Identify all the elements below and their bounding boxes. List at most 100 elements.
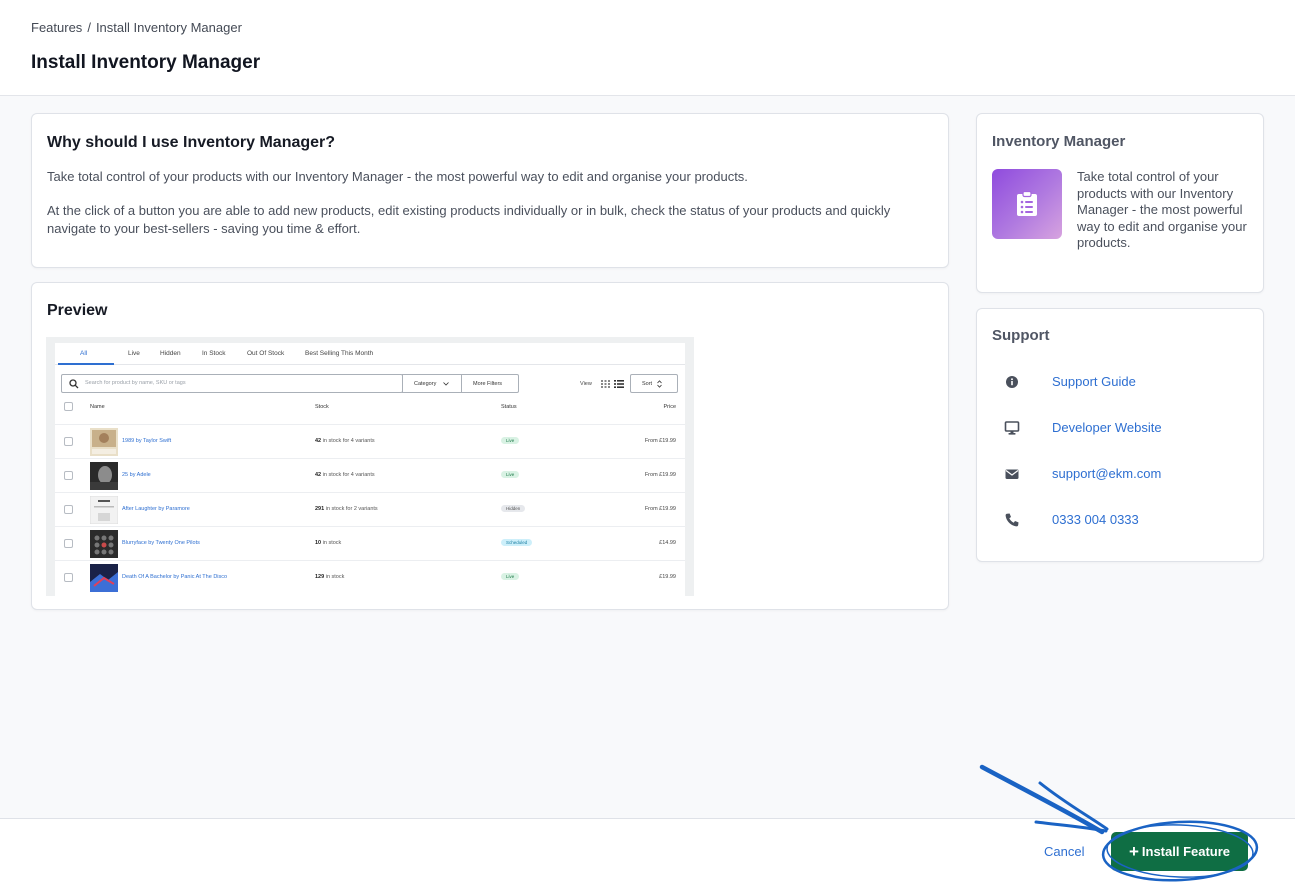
status-badge: Scheduled [501, 539, 533, 546]
install-feature-label: Install Feature [1141, 843, 1231, 859]
preview-product-stock: 42 in stock for 4 variants [315, 438, 375, 444]
preview-view-label: View [580, 381, 592, 387]
preview-product-stock: 291 in stock for 2 variants [315, 506, 378, 512]
preview-tab-best-selling: Best Selling This Month [305, 350, 374, 357]
preview-stock-count: 291 [315, 506, 325, 512]
sort-icon [657, 380, 662, 388]
breadcrumb-separator: / [87, 20, 91, 35]
preview-sort-label: Sort [642, 381, 653, 387]
breadcrumb-features[interactable]: Features [31, 20, 82, 35]
preview-stock-count: 10 [315, 540, 322, 546]
preview-col-name: Name [90, 404, 105, 410]
envelope-icon [1005, 469, 1019, 479]
preview-tab-live: Live [128, 350, 140, 357]
preview-stock-text: in stock for 4 variants [322, 472, 375, 478]
preview-category-label: Category [414, 381, 437, 387]
album-cover-image [90, 428, 118, 456]
status-badge: Live [501, 573, 520, 580]
preview-row: After Laughter by Paramore 291 in stock … [55, 492, 685, 526]
preview-search: Search for product by name, SKU or tags [61, 374, 403, 393]
preview-tab-all: All [80, 350, 88, 357]
info-circle-icon [1006, 376, 1018, 388]
preview-stock-count: 129 [315, 574, 325, 580]
preview-filters-label: More Filters [473, 381, 503, 387]
page-title: Install Inventory Manager [31, 52, 261, 73]
breadcrumb-current: Install Inventory Manager [95, 20, 242, 35]
album-cover-image [90, 564, 118, 592]
footer-bar: Cancel + Install Feature [0, 818, 1295, 883]
preview-tab-hidden: Hidden [160, 350, 181, 357]
preview-row: 25 by Adele 42 in stock for 4 variants L… [55, 458, 685, 492]
preview-row-checkbox [64, 539, 73, 548]
preview-stock-text: in stock [325, 574, 345, 580]
preview-product-name: 1989 by Taylor Swift [122, 438, 172, 444]
preview-stock-count: 42 [315, 472, 322, 478]
preview-product-name: 25 by Adele [122, 472, 151, 478]
feature-info-card: Inventory Manager Take total control of … [976, 113, 1264, 293]
preview-tab-in-stock: In Stock [202, 350, 226, 357]
preview-row: Blurryface by Twenty One Pilots 10 in st… [55, 526, 685, 560]
preview-stock-text: in stock for 4 variants [322, 438, 375, 444]
why-paragraph-2: At the click of a button you are able to… [47, 203, 891, 236]
preview-row-checkbox [64, 471, 73, 480]
preview-category-button: Category [402, 374, 462, 393]
preview-col-stock: Stock [315, 404, 329, 410]
preview-row-checkbox [64, 573, 73, 582]
cancel-link[interactable]: Cancel [1044, 844, 1084, 859]
status-badge: Hidden [501, 505, 526, 512]
page-header: Features / Install Inventory Manager Insta… [0, 0, 1295, 96]
preview-tabs: All Live Hidden In Stock Out Of Stock Be… [55, 343, 685, 365]
feature-app-tile [992, 169, 1062, 239]
support-guide-link[interactable]: Support Guide [1052, 374, 1136, 389]
plus-icon: + [1128, 841, 1139, 861]
preview-stock-text: in stock for 2 variants [325, 506, 378, 512]
preview-product-name: Blurryface by Twenty One Pilots [122, 540, 200, 546]
search-icon [69, 379, 79, 389]
preview-product-price: £14.99 [659, 540, 676, 546]
preview-product-name: Death Of A Bachelor by Panic At The Disc… [122, 574, 228, 580]
support-item-phone: 0333 004 0333 [977, 508, 1265, 532]
why-heading: Why should I use Inventory Manager? [47, 134, 336, 151]
status-badge: Live [501, 471, 520, 478]
feature-info-heading: Inventory Manager [992, 133, 1126, 150]
preview-product-price: From £19.99 [644, 438, 676, 444]
support-email-link[interactable]: support@ekm.com [1052, 466, 1161, 481]
preview-heading: Preview [47, 302, 108, 319]
preview-screen: All Live Hidden In Stock Out Of Stock Be… [55, 343, 685, 596]
clipboard-list-icon [1017, 191, 1037, 216]
preview-stock-text: in stock [322, 540, 342, 546]
preview-product-stock: 129 in stock [315, 574, 344, 580]
preview-row: 1989 by Taylor Swift 42 in stock for 4 v… [55, 424, 685, 458]
preview-select-all-checkbox [64, 402, 73, 411]
preview-product-price: £19.99 [659, 574, 676, 580]
developer-website-link[interactable]: Developer Website [1052, 420, 1162, 435]
support-item-guide: Support Guide [977, 370, 1265, 394]
support-item-email: support@ekm.com [977, 462, 1265, 486]
preview-image: All Live Hidden In Stock Out Of Stock Be… [46, 337, 694, 596]
support-card: Support Support Guide Developer Website … [976, 308, 1264, 562]
preview-row-checkbox [64, 437, 73, 446]
preview-product-stock: 10 in stock [315, 540, 341, 546]
album-cover-image [90, 530, 118, 558]
phone-icon [1005, 513, 1019, 527]
support-phone-link[interactable]: 0333 004 0333 [1052, 512, 1139, 527]
preview-sort-button: Sort [630, 374, 678, 393]
why-paragraph-1: Take total control of your products with… [47, 169, 748, 184]
preview-col-price: Price [663, 404, 676, 410]
support-item-developer: Developer Website [977, 416, 1265, 440]
install-feature-button[interactable]: + Install Feature [1111, 832, 1248, 871]
preview-stock-count: 42 [315, 438, 322, 444]
album-cover-image [90, 462, 118, 490]
support-heading: Support [992, 327, 1050, 344]
preview-tab-out-of-stock: Out Of Stock [247, 350, 285, 357]
preview-search-placeholder: Search for product by name, SKU or tags [85, 380, 186, 386]
album-cover-image [90, 496, 118, 524]
preview-col-status: Status [501, 404, 517, 410]
grid-view-icon [601, 380, 610, 388]
preview-product-stock: 42 in stock for 4 variants [315, 472, 375, 478]
preview-product-price: From £19.99 [644, 506, 676, 512]
preview-tab-indicator [58, 363, 114, 365]
preview-card: Preview All Live Hidden In Stock Out Of … [31, 282, 949, 610]
list-view-icon [614, 380, 624, 388]
breadcrumb: Features / Install Inventory Manager [31, 20, 242, 35]
